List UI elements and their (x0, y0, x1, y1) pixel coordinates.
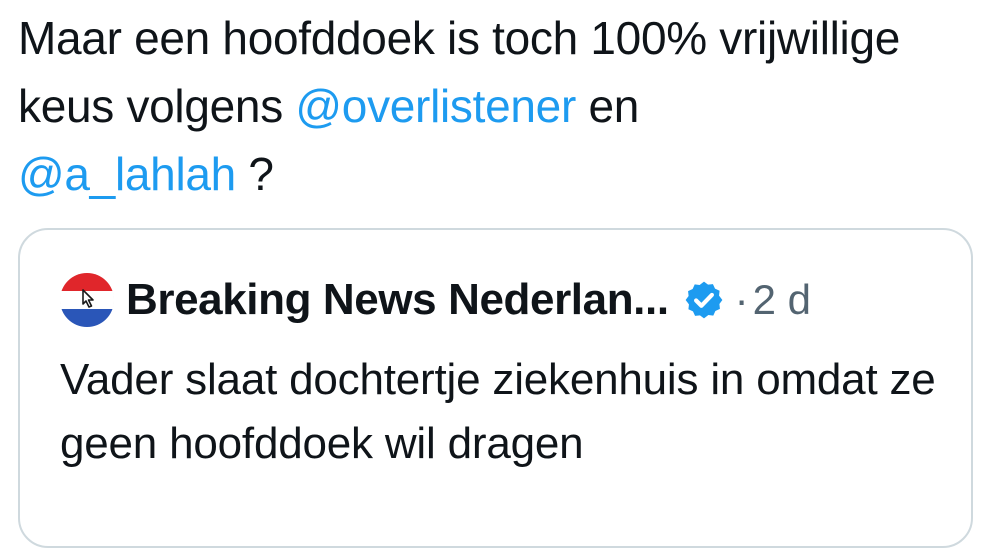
quoted-tweet-header: Breaking News Nederlan... · 2 d (60, 270, 811, 330)
quoted-tweet-card[interactable]: Breaking News Nederlan... · 2 d Vader sl… (18, 228, 973, 548)
separator-dot: · (734, 276, 749, 323)
tweet-text: Maar een hoofddoek is toch 100% vrijwill… (18, 4, 978, 208)
verified-badge-icon (685, 281, 723, 319)
avatar[interactable] (60, 273, 114, 327)
mention-link-a-lahlah[interactable]: @a_lahlah (18, 148, 236, 200)
quoted-author-name[interactable]: Breaking News Nederlan... (126, 275, 669, 325)
timestamp[interactable]: 2 d (753, 276, 811, 324)
tweet-text-part: ? (235, 148, 274, 200)
mention-link-overlistener[interactable]: @overlistener (295, 80, 576, 132)
cursor-icon (82, 289, 94, 308)
tweet-text-part: en (575, 80, 640, 132)
quoted-tweet-body: Vader slaat dochtertje ziekenhuis in omd… (60, 355, 936, 468)
